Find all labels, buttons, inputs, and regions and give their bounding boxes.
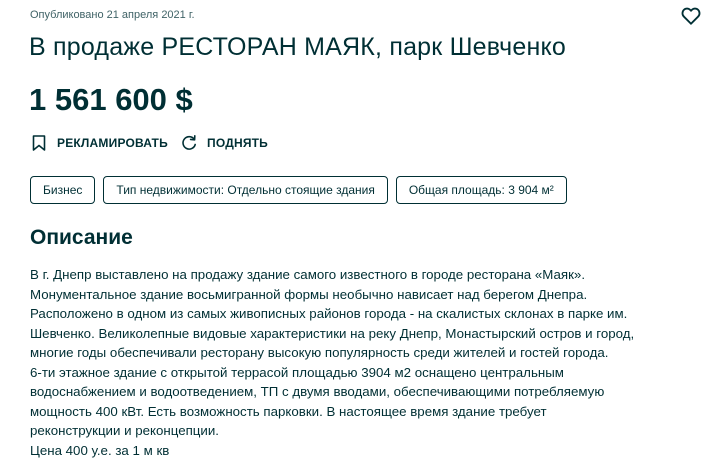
description-line: Монументальное здание восьмигранной форм… (30, 286, 588, 302)
description-line: Цена 400 у.е. за 1 м кв (30, 442, 170, 458)
description-line: 6-ти этажное здание с открытой террасой … (30, 364, 564, 380)
description-line: Расположено в одном из самых живописных … (30, 306, 628, 321)
description-heading: Описание (30, 226, 133, 249)
parameter-tags: Бизнес Тип недвижимости: Отдельно стоящи… (30, 176, 567, 204)
promote-button[interactable]: РЕКЛАМИРОВАТЬ (30, 134, 168, 152)
favorite-button[interactable] (680, 5, 702, 27)
listing-title: В продаже РЕСТОРАН МАЯК, парк Шевченко (29, 33, 566, 61)
tag-property-type[interactable]: Тип недвижимости: Отдельно стоящие здани… (103, 176, 388, 204)
description-line: Шевченко. Великолепные видовые характери… (30, 325, 635, 341)
description-line: мощность 400 кВт. Есть возможность парко… (30, 403, 547, 419)
heart-outline-icon (681, 7, 701, 25)
description-line: водоснабжением и водоотведением, ТП с дв… (30, 384, 605, 399)
tag-total-area[interactable]: Общая площадь: 3 904 м² (395, 176, 567, 204)
bookmark-icon (32, 135, 46, 151)
published-date: Опубликовано 21 апреля 2021 г. (30, 9, 195, 21)
promote-label: РЕКЛАМИРОВАТЬ (57, 136, 168, 150)
listing-price: 1 561 600 $ (29, 82, 193, 117)
description-text: В г. Днепр выставлено на продажу здание … (30, 265, 710, 460)
description-line: многие годы обеспечивали ресторану высок… (30, 345, 609, 360)
raise-button[interactable]: ПОДНЯТЬ (180, 134, 268, 152)
description-line: В г. Днепр выставлено на продажу здание … (30, 267, 586, 282)
raise-label: ПОДНЯТЬ (207, 136, 268, 150)
tag-category[interactable]: Бизнес (30, 176, 96, 204)
description-line: реконструкции и реконцепции. (30, 423, 219, 438)
refresh-icon (182, 135, 196, 150)
